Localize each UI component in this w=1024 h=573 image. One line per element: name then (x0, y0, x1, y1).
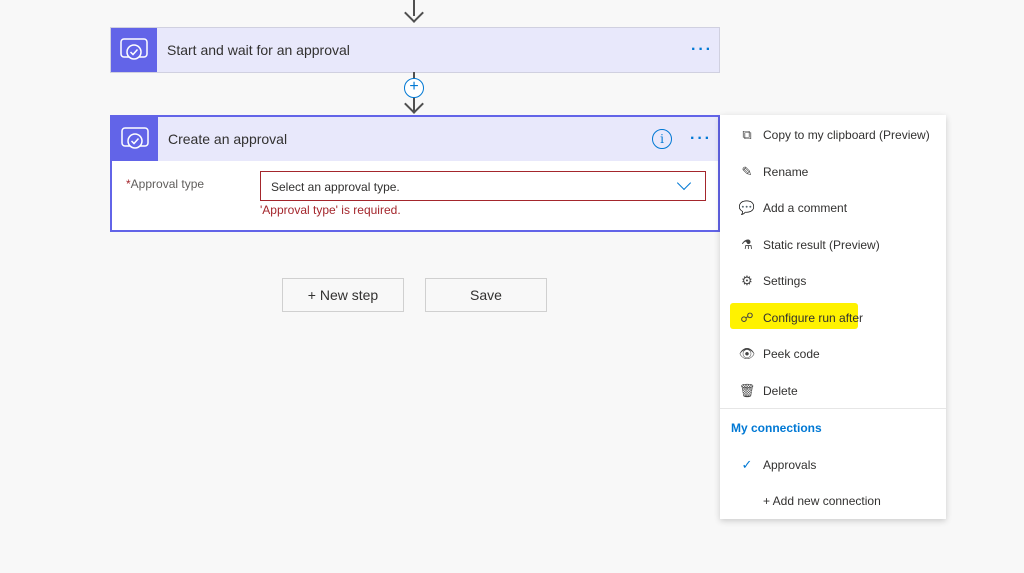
menu-item-configure-run-after[interactable]: ☍ Configure run after (720, 301, 946, 335)
info-icon[interactable]: i (652, 129, 672, 149)
error-message: 'Approval type' is required. (260, 203, 401, 217)
more-options-button[interactable]: ··· (684, 130, 718, 148)
my-connections-header: My connections (731, 421, 822, 435)
step-title[interactable]: Create an approval (158, 131, 652, 147)
menu-item-add-comment[interactable]: 💬 Add a comment (720, 191, 946, 225)
copy-icon: ⧉ (742, 127, 752, 142)
menu-item-static-result[interactable]: ⚗ Static result (Preview) (720, 228, 946, 262)
context-menu: ⧉ Copy to my clipboard (Preview) ✎ Rename … (720, 115, 946, 519)
more-options-button[interactable]: ··· (685, 41, 719, 59)
pencil-icon: ✎ (741, 164, 753, 179)
run-after-icon: ☍ (740, 310, 754, 325)
approval-icon (112, 117, 158, 161)
menu-item-peek-code[interactable]: 👁 Peek code (720, 337, 946, 371)
step-start-and-wait[interactable]: Start and wait for an approval ··· (110, 27, 720, 73)
approval-type-select[interactable]: Select an approval type. (260, 171, 706, 201)
menu-item-rename[interactable]: ✎ Rename (720, 155, 946, 189)
add-new-connection[interactable]: + Add new connection (720, 484, 946, 518)
save-button[interactable]: Save (425, 278, 547, 312)
flask-icon: ⚗ (741, 237, 753, 252)
comment-icon: 💬 (738, 200, 756, 215)
approval-type-label: *Approval type (126, 177, 205, 191)
eye-icon: 👁 (738, 346, 756, 361)
step-title[interactable]: Start and wait for an approval (157, 42, 685, 58)
checkmark-icon: ✓ (741, 457, 753, 472)
menu-divider (720, 408, 946, 409)
connection-approvals[interactable]: ✓ Approvals (720, 448, 946, 482)
arrow-icon (404, 94, 424, 114)
new-step-button[interactable]: + New step (282, 278, 404, 312)
menu-item-copy[interactable]: ⧉ Copy to my clipboard (Preview) (720, 118, 946, 152)
menu-item-settings[interactable]: ⚙ Settings (720, 264, 946, 298)
gear-icon: ⚙ (741, 273, 753, 288)
select-placeholder: Select an approval type. (271, 180, 400, 194)
approval-icon (111, 28, 157, 72)
arrow-icon (404, 3, 424, 23)
trash-icon: 🗑 (738, 383, 756, 398)
menu-item-delete[interactable]: 🗑 Delete (720, 374, 946, 408)
step-create-approval[interactable]: Create an approval i ··· *Approval type … (110, 115, 720, 232)
chevron-down-icon (676, 175, 692, 191)
